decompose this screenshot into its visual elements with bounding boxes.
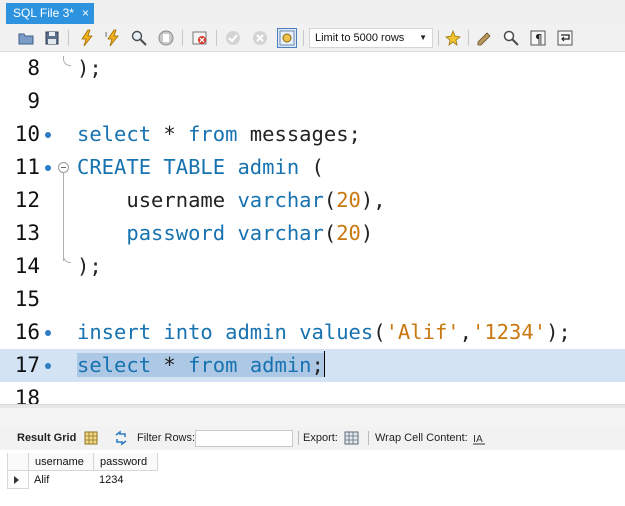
autocommit-icon[interactable] [277, 28, 297, 48]
statement-marker-icon [45, 363, 51, 369]
chevron-down-icon: ▼ [419, 33, 427, 42]
line-number: 16 [14, 320, 40, 344]
code-line: 10 select * from messages; [0, 118, 625, 151]
column-header[interactable]: username [29, 453, 94, 471]
fold-guide-line [63, 173, 64, 261]
code-text: password varchar(20) [126, 221, 374, 245]
text-cursor [323, 351, 325, 377]
code-text: CREATE TABLE admin ( [77, 155, 324, 179]
code-line: 12 username varchar(20), [0, 184, 625, 217]
line-number: 12 [14, 188, 40, 212]
close-tab-icon[interactable]: × [82, 3, 89, 24]
export-icon[interactable] [344, 430, 360, 446]
code-line: 11 CREATE TABLE admin ( [0, 151, 625, 184]
find-icon[interactable] [501, 28, 521, 48]
statement-marker-icon [45, 165, 51, 171]
code-text: username varchar(20), [77, 188, 386, 212]
grid-corner [7, 453, 29, 471]
code-line: 14 ); [0, 250, 625, 283]
limit-rows-label: Limit to 5000 rows [315, 32, 405, 44]
wrap-icon[interactable] [555, 28, 575, 48]
tab-result-grid[interactable]: Result Grid [17, 432, 76, 444]
code-line: 13 password varchar(20) [0, 217, 625, 250]
wrap-cell-label: Wrap Cell Content: [375, 432, 468, 444]
svg-text:¶: ¶ [535, 32, 543, 46]
code-line: 8 ); [0, 52, 625, 85]
line-number: 10 [14, 122, 40, 146]
code-text: ); [77, 56, 102, 80]
filter-rows-label: Filter Rows: [137, 432, 196, 444]
limit-rows-select[interactable]: Limit to 5000 rows ▼ [309, 28, 433, 48]
result-grid[interactable]: username password Alif 1234 [0, 450, 625, 506]
line-number: 14 [14, 254, 40, 278]
editor-tab-bar: SQL File 3* × [0, 0, 625, 24]
code-text: insert into admin values('Alif','1234'); [77, 320, 571, 344]
open-folder-icon[interactable] [16, 28, 36, 48]
result-toolbar: Result Grid Filter Rows: Export: Wrap Ce… [0, 426, 625, 450]
line-number: 11 [14, 155, 40, 179]
panel-splitter[interactable] [0, 408, 625, 426]
line-number: 8 [27, 56, 40, 80]
refresh-icon[interactable] [113, 430, 129, 446]
line-number: 17 [14, 353, 40, 377]
code-text-selected: select * from admin; [77, 351, 325, 377]
statement-marker-icon [45, 330, 51, 336]
save-icon[interactable] [42, 28, 62, 48]
stop-icon[interactable] [156, 28, 176, 48]
toggle-error-icon[interactable] [190, 28, 210, 48]
current-row-icon [7, 471, 29, 489]
fold-end-marker [63, 56, 71, 66]
line-number: 9 [27, 89, 40, 113]
execute-current-icon[interactable]: I [103, 28, 123, 48]
commit-icon[interactable] [223, 28, 243, 48]
fold-collapse-icon[interactable] [58, 162, 69, 173]
invisible-chars-icon[interactable]: ¶ [528, 28, 548, 48]
table-cell[interactable]: Alif [29, 471, 94, 489]
rollback-icon[interactable] [250, 28, 270, 48]
export-label: Export: [303, 432, 338, 444]
line-number: 15 [14, 287, 40, 311]
sql-editor[interactable]: 8 ); 9 10 select * from messages; 11 CRE… [0, 52, 625, 404]
svg-text:I: I [105, 31, 107, 39]
beautify-icon[interactable] [443, 28, 463, 48]
code-text: select * from messages; [77, 122, 361, 146]
grid-icon[interactable] [84, 430, 100, 446]
table-cell[interactable]: 1234 [94, 471, 158, 489]
sql-editor-toolbar: I Limit to 5000 rows ▼ ¶ [0, 24, 625, 52]
code-line: 9 [0, 85, 625, 118]
wrap-cell-icon[interactable]: IA [471, 430, 487, 446]
code-line: 18 [0, 382, 625, 404]
line-number: 18 [14, 386, 40, 404]
tab-title: SQL File 3* [13, 6, 74, 20]
code-line: 16 insert into admin values('Alif','1234… [0, 316, 625, 349]
code-text: ); [77, 254, 102, 278]
execute-icon[interactable] [77, 28, 97, 48]
svg-text:IA: IA [473, 434, 483, 445]
bookmark-icon[interactable] [474, 28, 494, 48]
tab-sql-file-3[interactable]: SQL File 3* × [6, 3, 94, 24]
code-line-active: 17 select * from admin; [0, 349, 625, 382]
explain-icon[interactable] [129, 28, 149, 48]
filter-rows-input[interactable] [195, 430, 293, 447]
column-header[interactable]: password [94, 453, 158, 471]
code-line: 15 [0, 283, 625, 316]
line-number: 13 [14, 221, 40, 245]
statement-marker-icon [45, 132, 51, 138]
